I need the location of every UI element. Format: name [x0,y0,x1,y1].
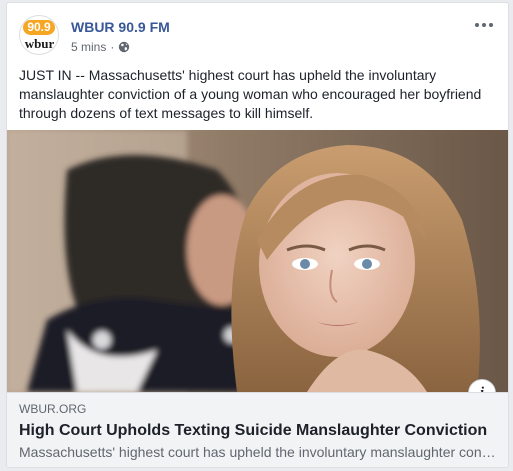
link-description: Massachusetts' highest court has upheld … [19,444,498,460]
post-meta: 5 mins · [71,40,130,54]
more-options-button[interactable] [472,17,496,33]
meta-separator: · [110,40,115,54]
more-dot-icon [482,23,486,27]
more-dot-icon [475,23,479,27]
link-domain: WBUR.ORG [19,402,87,416]
globe-icon [119,41,130,53]
news-photo [7,130,508,392]
timestamp-link[interactable]: 5 mins [71,40,106,54]
logo-word: wbur [24,36,55,51]
post-card: 90.9 wbur WBUR 90.9 FM 5 mins · JUST IN … [6,2,509,468]
more-dot-icon [489,23,493,27]
page-name-link[interactable]: WBUR 90.9 FM [71,19,170,35]
link-preview-box[interactable]: WBUR.ORG High Court Upholds Texting Suic… [7,392,508,467]
post-message: JUST IN -- Massachusetts' highest court … [19,67,482,121]
logo-number: 90.9 [23,20,55,35]
link-title[interactable]: High Court Upholds Texting Suicide Mansl… [19,421,498,441]
avatar[interactable]: 90.9 wbur [19,15,59,55]
post-header: 90.9 wbur WBUR 90.9 FM 5 mins · [19,15,496,59]
link-preview-image[interactable] [7,130,508,392]
